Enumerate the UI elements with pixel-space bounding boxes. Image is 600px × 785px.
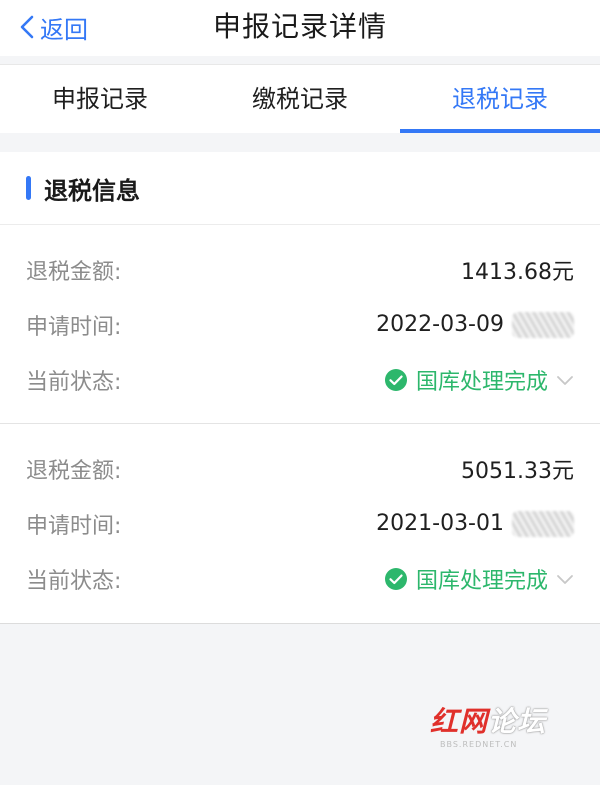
chevron-down-icon [557,375,573,385]
status-label: 当前状态: [26,568,122,594]
section-header: 退税信息 [0,152,600,225]
chevron-down-icon [557,574,573,584]
tab-refund-records[interactable]: 退税记录 [400,65,600,133]
nav-bar: 返回 申报记录详情 [0,0,600,56]
section-title: 退税信息 [44,176,140,205]
amount-label: 退税金额: [26,259,122,285]
amount-row: 退税金额: 5051.33元 [0,441,600,496]
status-value: 国库处理完成 [415,369,548,395]
status-row: 当前状态: 国库处理完成 [0,551,600,606]
section-accent-bar [26,176,31,200]
refund-info-card: 退税信息 退税金额: 1413.68元 申请时间: 2022-03-09 当前状… [0,152,600,624]
refund-record: 退税金额: 5051.33元 申请时间: 2021-03-01 当前状态: 国库… [0,424,600,624]
tab-payment-records[interactable]: 缴税记录 [200,65,400,133]
date-label: 申请时间: [26,314,122,340]
date-value-wrap: 2021-03-01 [376,510,574,537]
date-value: 2022-03-09 [376,312,504,337]
date-row: 申请时间: 2021-03-01 [0,496,600,551]
status-toggle[interactable]: 国库处理完成 [384,364,574,396]
check-circle-icon [384,368,407,391]
watermark-domain: BBS.REDNET.CN [440,740,518,749]
site-watermark: 红网 论坛 BBS.REDNET.CN [430,700,570,749]
watermark-brand: 红网 [430,705,489,738]
status-value: 国库处理完成 [415,568,548,594]
watermark-logo: 红网 论坛 [430,700,570,740]
status-row: 当前状态: 国库处理完成 [0,352,600,407]
status-toggle[interactable]: 国库处理完成 [384,563,574,595]
date-value: 2021-03-01 [376,511,504,536]
tab-bar: 申报记录 缴税记录 退税记录 [0,64,600,133]
refund-record: 退税金额: 1413.68元 申请时间: 2022-03-09 当前状态: 国库… [0,225,600,424]
tab-declaration-records[interactable]: 申报记录 [0,65,200,133]
amount-row: 退税金额: 1413.68元 [0,242,600,297]
date-row: 申请时间: 2022-03-09 [0,297,600,352]
amount-label: 退税金额: [26,458,122,484]
redacted-time [512,311,574,338]
amount-value: 1413.68元 [461,259,574,285]
page-title: 申报记录详情 [212,10,387,43]
redacted-time [512,510,574,537]
status-label: 当前状态: [26,369,122,395]
check-circle-icon [384,567,407,590]
date-label: 申请时间: [26,513,122,539]
date-value-wrap: 2022-03-09 [376,311,574,338]
amount-value: 5051.33元 [461,458,574,484]
watermark-forum: 论坛 [488,705,547,738]
